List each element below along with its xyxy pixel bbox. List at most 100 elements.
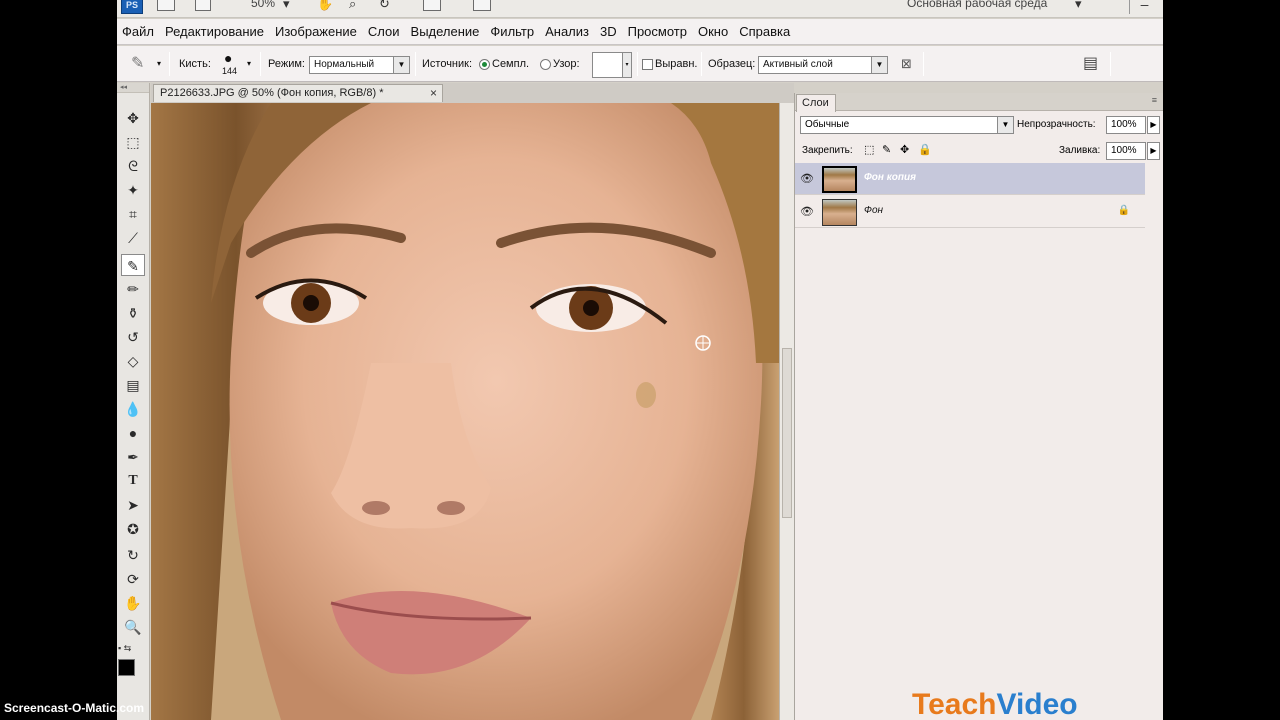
photoshop-window: PS 50% ▾ ✋ ⌕ ↻ Основная рабочая среда ▾ … (117, 0, 1163, 720)
canvas[interactable] (151, 103, 779, 720)
separator (169, 52, 170, 76)
eyedropper-tool-icon[interactable]: ⟋ (121, 227, 145, 249)
fill-field[interactable]: 100% (1106, 142, 1146, 160)
radio-icon (479, 58, 490, 70)
clone-source-panel-icon[interactable]: ▤ (1083, 46, 1098, 82)
blend-mode-value: Обычные (805, 119, 850, 130)
pen-tool-icon[interactable]: ✒ (121, 446, 145, 468)
screen-mode-icon[interactable] (473, 0, 491, 11)
separator (1110, 52, 1111, 76)
zoom-dropdown-icon[interactable]: ▾ (283, 0, 290, 12)
custom-shape-tool-icon[interactable]: ✪ (121, 518, 145, 540)
mode-select[interactable]: Нормальный ▼ (309, 56, 410, 74)
clone-stamp-tool-icon[interactable]: ⚱ (121, 302, 145, 324)
history-brush-tool-icon[interactable]: ↺ (121, 326, 145, 348)
separator (923, 52, 924, 76)
separator (701, 52, 702, 76)
ignore-adjustment-layers-icon[interactable]: ⊠ (901, 46, 912, 82)
hand-icon[interactable]: ✋ (317, 0, 333, 12)
menu-select[interactable]: Выделение (406, 19, 486, 45)
quick-select-tool-icon[interactable]: ✦ (121, 179, 145, 201)
path-selection-tool-icon[interactable]: ➤ (121, 494, 145, 516)
pattern-picker[interactable]: ▾ (592, 52, 632, 78)
lock-position-icon[interactable]: ✥ (900, 143, 909, 156)
healing-brush-tool-icon[interactable]: ✎ (121, 254, 145, 276)
tab-layers[interactable]: Слои (796, 94, 836, 112)
menu-file[interactable]: Файл (117, 19, 160, 45)
eye-icon[interactable]: 👁 (800, 205, 814, 218)
menu-filter[interactable]: Фильтр (485, 19, 540, 45)
ps-logo: PS (121, 0, 143, 14)
source-sampled-radio[interactable]: Семпл. (479, 46, 529, 82)
aligned-label: Выравн. (655, 58, 698, 70)
3d-rotate-tool-icon[interactable]: ↻ (121, 544, 145, 566)
teachvideo-logo: TeachVideo (912, 688, 1078, 720)
hand-tool-icon[interactable]: ✋ (121, 592, 145, 614)
lasso-tool-icon[interactable]: ᘓ (121, 155, 145, 177)
menu-layer[interactable]: Слои (363, 19, 406, 45)
workspace-switcher[interactable]: Основная рабочая среда (907, 0, 1047, 10)
menu-3d[interactable]: 3D (595, 19, 623, 45)
toolbox: ◂◂ ✥ ⬚ ᘓ ✦ ⌗ ⟋ ✎ ✏ ⚱ ↺ ◇ ▤ 💧 ● ✒ T ➤ ✪ ↻… (117, 83, 150, 720)
aligned-checkbox[interactable]: Выравн. (642, 46, 697, 82)
lock-pixels-icon[interactable]: ✎ (882, 143, 891, 156)
zoom-level[interactable]: 50% (251, 0, 275, 10)
menu-image[interactable]: Изображение (270, 19, 363, 45)
marquee-tool-icon[interactable]: ⬚ (121, 131, 145, 153)
scrollbar-thumb[interactable] (782, 348, 792, 518)
rotate-view-icon[interactable]: ↻ (379, 0, 390, 12)
crop-tool-icon[interactable]: ⌗ (121, 203, 145, 225)
foreground-color-swatch[interactable] (118, 659, 135, 676)
sample-label: Образец: (708, 58, 756, 70)
screencast-watermark: Screencast-O-Matic.com (4, 701, 145, 715)
type-tool-icon[interactable]: T (121, 470, 145, 492)
source-pattern-radio[interactable]: Узор: (540, 46, 580, 82)
menu-edit[interactable]: Редактирование (160, 19, 270, 45)
title-bar: PS 50% ▾ ✋ ⌕ ↻ Основная рабочая среда ▾ … (117, 0, 1163, 18)
dodge-tool-icon[interactable]: ● (121, 422, 145, 444)
panel-menu-icon[interactable]: ≡ (1152, 95, 1157, 105)
blend-mode-select[interactable]: Обычные ▼ (800, 116, 1014, 134)
move-tool-icon[interactable]: ✥ (121, 107, 145, 129)
opacity-slider-button[interactable]: ▶ (1147, 116, 1160, 134)
lock-icon: 🔒 (1117, 205, 1130, 216)
portrait-photo (151, 103, 779, 720)
layer-row-background-copy[interactable]: 👁 Фон копия (795, 163, 1145, 195)
menu-analysis[interactable]: Анализ (540, 19, 595, 45)
zoom-tool-icon[interactable]: 🔍 (121, 616, 145, 638)
lock-all-icon[interactable]: 🔒 (918, 143, 932, 156)
blur-tool-icon[interactable]: 💧 (121, 398, 145, 420)
arrange-documents-icon[interactable] (423, 0, 441, 11)
zoom-icon[interactable]: ⌕ (349, 0, 356, 12)
toolbox-header[interactable]: ◂◂ (117, 83, 149, 93)
workspace-dropdown-icon[interactable]: ▾ (1075, 0, 1082, 12)
chevron-down-icon: ▼ (393, 57, 409, 73)
healing-brush-preset-icon[interactable]: ✎ (131, 46, 144, 82)
brush-dropdown-icon[interactable]: ▾ (247, 46, 251, 82)
minimize-button[interactable]: – (1129, 0, 1159, 14)
checkbox-icon (642, 58, 653, 70)
menu-view[interactable]: Просмотр (623, 19, 693, 45)
vertical-scrollbar[interactable] (779, 103, 794, 720)
menu-help[interactable]: Справка (734, 19, 796, 45)
menu-window[interactable]: Окно (693, 19, 734, 45)
close-document-icon[interactable]: × (430, 85, 437, 102)
3d-orbit-tool-icon[interactable]: ⟳ (121, 568, 145, 590)
lock-transparency-icon[interactable]: ⬚ (864, 143, 874, 156)
fill-slider-button[interactable]: ▶ (1147, 142, 1160, 160)
layer-row-background[interactable]: 👁 Фон 🔒 (795, 196, 1145, 228)
preset-dropdown-icon[interactable]: ▾ (157, 46, 161, 82)
eraser-tool-icon[interactable]: ◇ (121, 350, 145, 372)
sample-select[interactable]: Активный слой ▼ (758, 56, 888, 74)
default-colors-icon[interactable]: ▪ ⇆ (118, 643, 131, 654)
view-extras-icon[interactable] (195, 0, 211, 11)
separator (415, 52, 416, 76)
brush-tool-icon[interactable]: ✏ (121, 278, 145, 300)
teach-word: Teach (912, 688, 997, 720)
gradient-tool-icon[interactable]: ▤ (121, 374, 145, 396)
bridge-icon[interactable] (157, 0, 175, 11)
opacity-field[interactable]: 100% (1106, 116, 1146, 134)
panel-dock: Слои ≡ Обычные ▼ Непрозрачность: 100% ▶ … (794, 83, 1163, 720)
document-tab[interactable]: P2126633.JPG @ 50% (Фон копия, RGB/8) * … (153, 84, 443, 102)
eye-icon[interactable]: 👁 (800, 172, 814, 185)
